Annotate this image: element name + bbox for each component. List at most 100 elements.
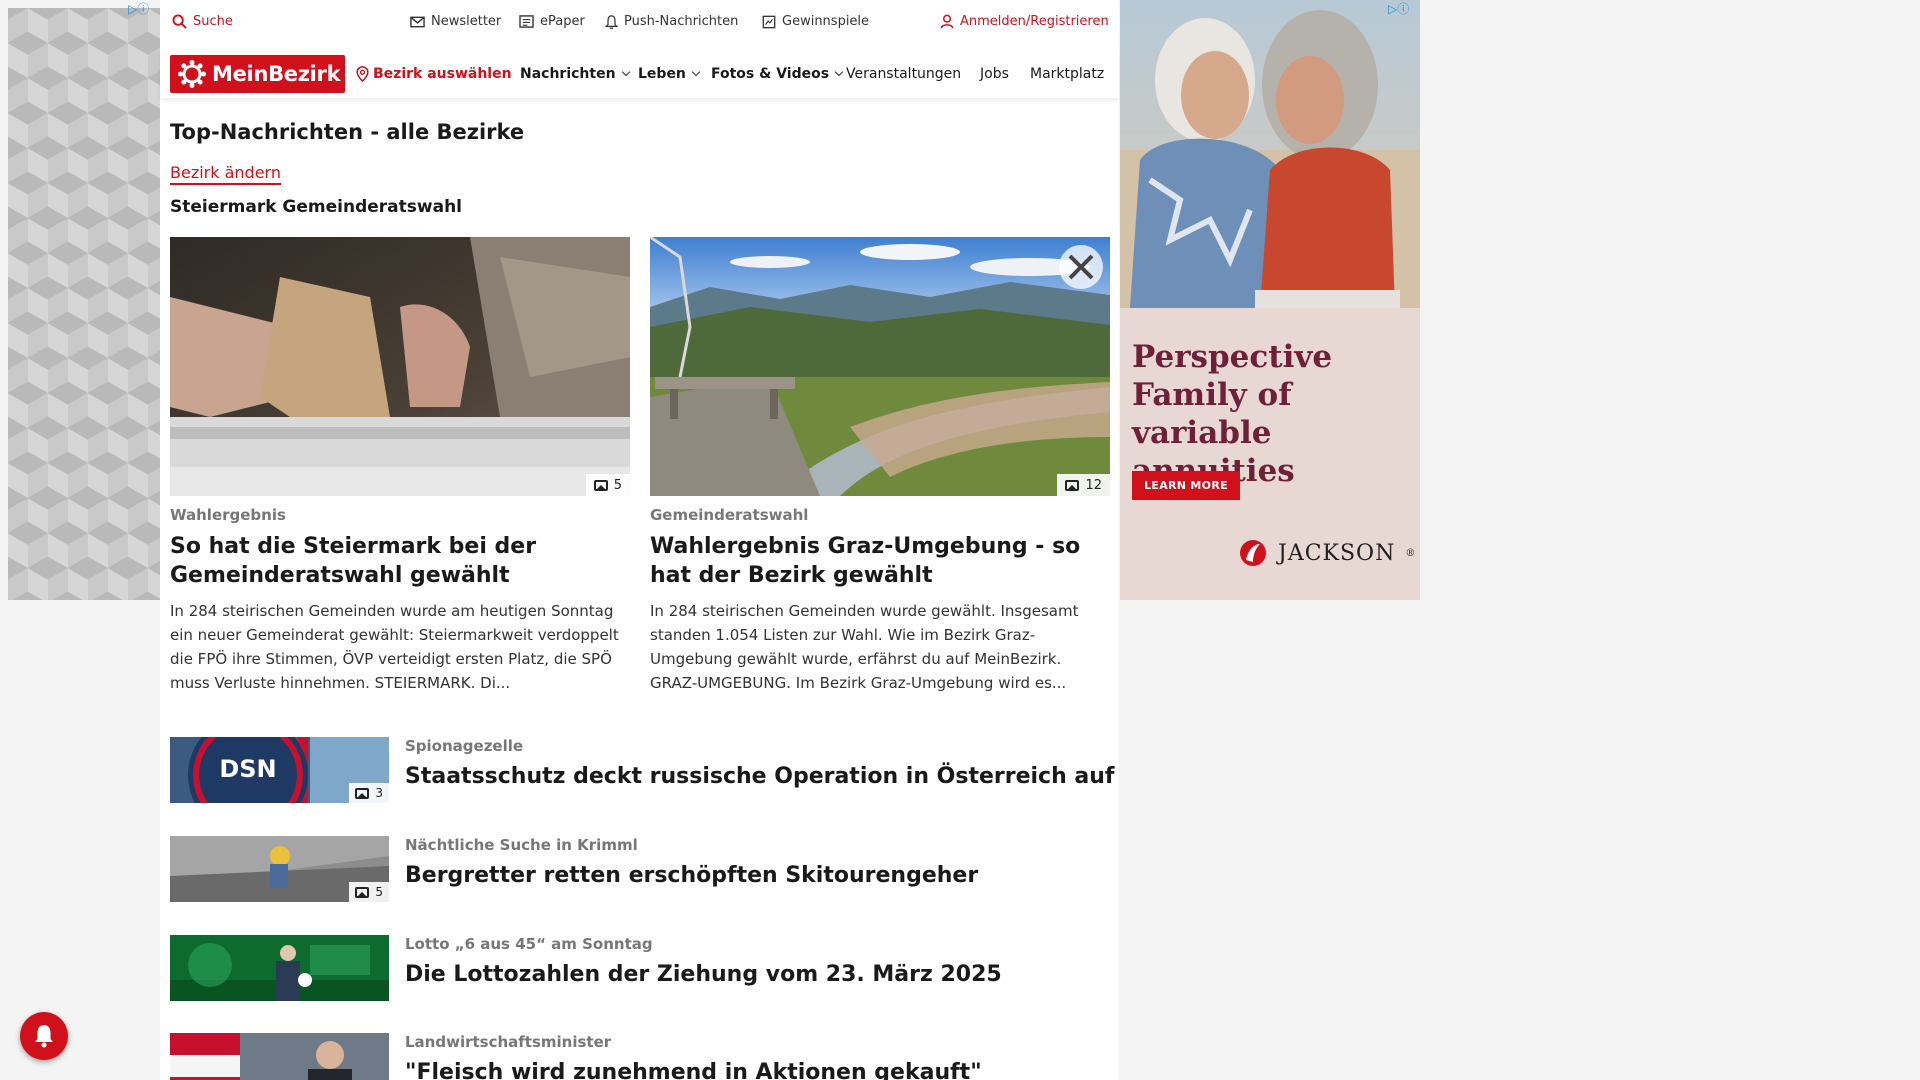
couple-photo [1120, 0, 1420, 308]
photo-count-badge: 5 [349, 882, 389, 902]
select-district-label: Bezirk auswählen [373, 66, 512, 82]
list-thumbnail[interactable]: 5 [170, 836, 389, 902]
list-thumbnail[interactable] [170, 1033, 389, 1080]
login-link[interactable]: Anmelden/Registrieren [940, 14, 1109, 29]
list-kicker: Lotto „6 aus 45“ am Sonntag [405, 935, 653, 953]
ad-photo [1120, 0, 1420, 308]
article-teaser: In 284 steirischen Gemeinden wurde gewäh… [650, 602, 1079, 692]
ad-brand-logo: JACKSON ® [1238, 538, 1416, 568]
jackson-logo-icon [1240, 540, 1266, 566]
login-label: Anmelden/Registrieren [960, 14, 1109, 29]
right-rectangle-ad[interactable]: ▷ⓘ Perspective Family of variable annuit… [1120, 0, 1420, 600]
article-kicker: Wahlergebnis [170, 506, 286, 524]
photo-count: 3 [375, 786, 383, 800]
article-kicker: Gemeinderatswahl [650, 506, 809, 524]
ballot-photo [170, 237, 630, 496]
main-navigation: MeinBezirk Bezirk auswählen Nachrichten … [160, 52, 1119, 98]
list-item[interactable]: 5 Nächtliche Suche in Krimml Bergretter … [170, 836, 1110, 902]
nav-veranstaltungen[interactable]: Veranstaltungen [846, 66, 961, 82]
push-link[interactable]: Push-Nachrichten [605, 14, 738, 29]
site-logo[interactable]: MeinBezirk [170, 55, 345, 93]
search-icon [172, 14, 187, 29]
list-item[interactable]: Landwirtschaftsminister "Fleisch wird zu… [170, 1033, 1110, 1080]
article-card[interactable]: 5 Wahlergebnis So hat die Steiermark bei… [170, 237, 630, 695]
nav-nachrichten-label: Nachrichten [520, 66, 616, 82]
newsletter-label: Newsletter [431, 14, 502, 29]
location-pin-icon [356, 66, 369, 82]
photo-count: 5 [375, 885, 383, 899]
list-item[interactable]: Lotto „6 aus 45“ am Sonntag Die Lottozah… [170, 935, 1110, 1001]
chevron-down-icon [834, 67, 844, 77]
list-kicker: Spionagezelle [405, 737, 524, 755]
logo-sun-icon [178, 60, 206, 88]
page-title: Top-Nachrichten - alle Bezirke [170, 120, 525, 144]
list-thumbnail[interactable] [170, 935, 389, 1001]
gallery-icon [593, 480, 608, 491]
nav-leben-label: Leben [638, 66, 686, 82]
gallery-icon [355, 886, 370, 898]
logo-text: MeinBezirk [212, 62, 341, 86]
push-notification-button[interactable] [20, 1012, 68, 1060]
adchoices-icon[interactable]: ▷ⓘ [128, 0, 149, 17]
list-headline[interactable]: Die Lottozahlen der Ziehung vom 23. März… [405, 962, 1002, 987]
list-headline[interactable]: Staatsschutz deckt russische Operation i… [405, 764, 1115, 789]
utility-bar: Suche Newsletter ePaper Push-Nachrichten… [160, 0, 1119, 46]
epaper-link[interactable]: ePaper [519, 14, 585, 29]
newspaper-icon [519, 15, 534, 28]
photo-count: 5 [613, 478, 622, 493]
contests-link[interactable]: Gewinnspiele [762, 14, 869, 29]
nav-veranstaltungen-label: Veranstaltungen [846, 66, 962, 82]
select-district-button[interactable]: Bezirk auswählen [356, 66, 512, 82]
contests-label: Gewinnspiele [782, 14, 870, 29]
list-headline[interactable]: "Fleisch wird zunehmend in Aktionen geka… [405, 1060, 982, 1080]
nav-jobs[interactable]: Jobs [980, 66, 1009, 82]
chevron-down-icon [691, 67, 701, 77]
list-thumbnail[interactable]: DSN 3 [170, 737, 389, 803]
search-link[interactable]: Suche [172, 14, 233, 29]
nav-marktplatz-label: Marktplatz [1030, 66, 1105, 82]
left-skyscraper-ad[interactable] [8, 8, 160, 600]
change-district-link[interactable]: Bezirk ändern [170, 163, 281, 185]
ad-headline: Perspective Family of variable annuities [1132, 339, 1333, 489]
nav-marktplatz[interactable]: Marktplatz [1030, 66, 1114, 82]
newsletter-link[interactable]: Newsletter [410, 14, 501, 29]
list-kicker: Nächtliche Suche in Krimml [405, 836, 638, 854]
ad-brand-mark: ® [1405, 547, 1417, 559]
minister-thumbnail [170, 1033, 389, 1080]
ad-learn-more-button[interactable]: LEARN MORE [1132, 471, 1240, 500]
article-image-landscape[interactable]: 12 [650, 237, 1110, 496]
nav-leben[interactable]: Leben [638, 66, 701, 82]
gift-icon [762, 15, 776, 28]
nav-nachrichten[interactable]: Nachrichten [520, 66, 630, 82]
article-card[interactable]: 12 Gemeinderatswahl Wahlergebnis Graz-Um… [650, 237, 1110, 695]
list-kicker: Landwirtschaftsminister [405, 1033, 612, 1051]
gallery-icon [1065, 480, 1080, 491]
nav-fotos-videos[interactable]: Fotos & Videos [711, 66, 844, 82]
photo-count-badge: 5 [585, 474, 630, 496]
thumbnail-text: DSN [219, 755, 276, 783]
search-label: Suche [193, 14, 233, 29]
bell-icon [35, 1025, 53, 1048]
bell-icon [605, 14, 618, 29]
nav-jobs-label: Jobs [980, 66, 1009, 82]
article-image-ballot[interactable]: 5 [170, 237, 630, 496]
epaper-label: ePaper [540, 14, 585, 29]
article-headline[interactable]: Wahlergebnis Graz-Umgebung - so hat der … [650, 532, 1110, 590]
photo-count-badge: 3 [349, 783, 389, 803]
adchoices-icon[interactable]: ▷ⓘ [1388, 0, 1409, 17]
lotto-thumbnail [170, 935, 389, 1001]
user-icon [940, 14, 954, 29]
section-title: Steiermark Gemeinderatswahl [170, 197, 462, 217]
mail-icon [410, 16, 425, 27]
nav-fotos-videos-label: Fotos & Videos [711, 66, 830, 82]
main-column: Suche Newsletter ePaper Push-Nachrichten… [160, 0, 1119, 1080]
list-item[interactable]: DSN 3 Spionagezelle Staatsschutz deckt r… [170, 737, 1115, 803]
photo-count-badge: 12 [1057, 474, 1110, 496]
list-headline[interactable]: Bergretter retten erschöpften Skitoureng… [405, 863, 978, 888]
chevron-down-icon [621, 67, 630, 77]
article-headline[interactable]: So hat die Steiermark bei der Gemeindera… [170, 532, 630, 590]
gallery-icon [355, 787, 370, 799]
ad-brand-name: JACKSON [1278, 540, 1396, 566]
landscape-photo [650, 237, 1110, 496]
close-overlay-icon[interactable] [1059, 245, 1103, 289]
